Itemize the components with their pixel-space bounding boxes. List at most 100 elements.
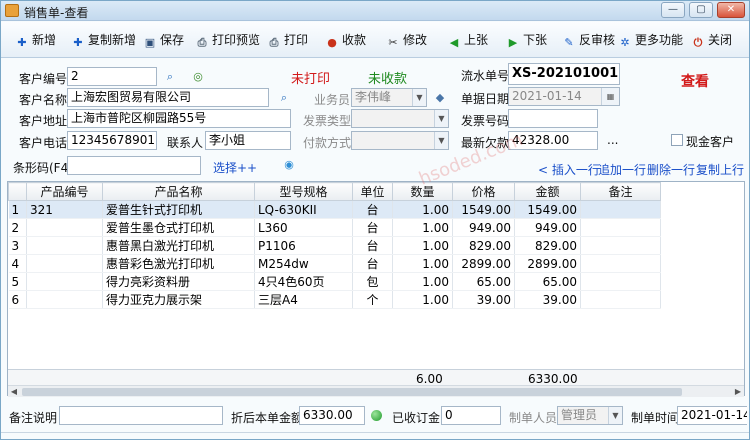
column-header[interactable]: 备注 <box>580 182 661 201</box>
amount-cell[interactable]: 949.00 <box>514 218 581 237</box>
next-button[interactable]: ▶ 下张 <box>506 29 547 51</box>
product-code-cell[interactable] <box>26 254 103 273</box>
price-cell[interactable]: 2899.00 <box>452 254 515 273</box>
remark-cell[interactable] <box>580 200 661 219</box>
qty-cell[interactable]: 1.00 <box>392 200 453 219</box>
minimize-button[interactable]: — <box>661 2 685 18</box>
product-code-cell[interactable] <box>26 236 103 255</box>
search-icon[interactable]: ⌕ <box>277 91 291 105</box>
collect-button[interactable]: ● 收款 <box>325 29 366 51</box>
print-button[interactable]: ⎙ 打印 <box>267 29 308 51</box>
spec-cell[interactable]: M254dw <box>254 254 353 273</box>
qty-cell[interactable]: 1.00 <box>392 290 453 309</box>
qty-cell[interactable]: 1.00 <box>392 254 453 273</box>
table-row[interactable]: 4 惠普彩色激光打印机 M254dw 台 1.00 2899.00 2899.0… <box>8 254 661 273</box>
save-button[interactable]: ▣ 保存 <box>143 29 184 51</box>
qty-cell[interactable]: 1.00 <box>392 272 453 291</box>
spec-cell[interactable]: 4只4色60页 <box>254 272 353 291</box>
amount-cell[interactable]: 2899.00 <box>514 254 581 273</box>
column-header[interactable]: 单位 <box>352 182 393 201</box>
new-button[interactable]: ✚ 新增 <box>15 29 56 51</box>
date-picker[interactable]: 2021-01-14 ▦ <box>508 87 620 106</box>
more-functions-button[interactable]: ✲ 更多功能 <box>618 29 683 51</box>
remark-field[interactable] <box>59 406 223 425</box>
spec-cell[interactable]: 三层A4 <box>254 290 353 309</box>
deposit-field[interactable]: 0 <box>441 406 501 425</box>
close-button[interactable]: ⏻ 关闭 <box>691 29 732 51</box>
product-name-cell[interactable]: 得力亮彩资料册 <box>102 272 255 291</box>
address-field[interactable]: 上海市普陀区柳园路55号 <box>67 109 291 128</box>
phone-field[interactable]: 12345678901 <box>67 131 157 150</box>
price-cell[interactable]: 65.00 <box>452 272 515 291</box>
table-row[interactable]: 5 得力亮彩资料册 4只4色60页 包 1.00 65.00 65.00 <box>8 272 661 291</box>
column-header[interactable]: 型号规格 <box>254 182 353 201</box>
table-row[interactable]: 1 321 爱普生针式打印机 LQ-630KII 台 1.00 1549.00 … <box>8 200 661 219</box>
column-header[interactable]: 产品编号 <box>26 182 103 201</box>
product-name-cell[interactable]: 爱普生墨仓式打印机 <box>102 218 255 237</box>
maximize-button[interactable]: ▢ <box>689 2 713 18</box>
barcode-input[interactable] <box>67 156 201 175</box>
unit-cell[interactable]: 个 <box>352 290 393 309</box>
table-row[interactable]: 3 惠普黑白激光打印机 P1106 台 1.00 829.00 829.00 <box>8 236 661 255</box>
product-name-cell[interactable]: 得力亚克力展示架 <box>102 290 255 309</box>
globe-icon[interactable]: ◉ <box>282 158 296 172</box>
unit-cell[interactable]: 台 <box>352 200 393 219</box>
amount-cell[interactable]: 1549.00 <box>514 200 581 219</box>
insert-row-link[interactable]: < 插入一行 <box>538 161 600 178</box>
pay-method-select[interactable]: ▼ <box>351 131 449 150</box>
product-name-cell[interactable]: 爱普生针式打印机 <box>102 200 255 219</box>
select-link[interactable]: 选择++ <box>213 159 257 176</box>
close-window-button[interactable]: ✕ <box>717 2 745 18</box>
table-row[interactable]: 6 得力亚克力展示架 三层A4 个 1.00 39.00 39.00 <box>8 290 661 309</box>
serial-no-field[interactable]: XS-202101001 <box>508 63 620 85</box>
refresh-icon[interactable]: ◎ <box>191 70 205 84</box>
product-name-cell[interactable]: 惠普彩色激光打印机 <box>102 254 255 273</box>
column-header[interactable]: 金额 <box>514 182 581 201</box>
remark-cell[interactable] <box>580 272 661 291</box>
salesman-select[interactable]: 李伟峰 ▼ <box>351 88 427 107</box>
product-name-cell[interactable]: 惠普黑白激光打印机 <box>102 236 255 255</box>
remark-cell[interactable] <box>580 290 661 309</box>
amount-cell[interactable]: 829.00 <box>514 236 581 255</box>
invoice-type-select[interactable]: ▼ <box>351 109 449 128</box>
column-header[interactable]: 产品名称 <box>102 182 255 201</box>
cash-customer-checkbox[interactable] <box>671 134 683 146</box>
edit-button[interactable]: ✂ 修改 <box>386 29 427 51</box>
unit-cell[interactable]: 台 <box>352 218 393 237</box>
column-header[interactable] <box>8 182 27 201</box>
qty-cell[interactable]: 1.00 <box>392 236 453 255</box>
spec-cell[interactable]: LQ-630KII <box>254 200 353 219</box>
price-cell[interactable]: 1549.00 <box>452 200 515 219</box>
unit-cell[interactable]: 包 <box>352 272 393 291</box>
spec-cell[interactable]: P1106 <box>254 236 353 255</box>
reverse-audit-button[interactable]: ✎ 反审核 <box>562 29 615 51</box>
product-code-cell[interactable]: 321 <box>26 200 103 219</box>
more-ellipsis-button[interactable]: ... <box>607 133 618 147</box>
invoice-no-field[interactable] <box>508 109 598 128</box>
amount-cell[interactable]: 65.00 <box>514 272 581 291</box>
product-code-cell[interactable] <box>26 290 103 309</box>
title-bar[interactable]: 销售单-查看 — ▢ ✕ <box>1 1 749 21</box>
scrollbar-thumb[interactable] <box>22 388 682 396</box>
delete-row-link[interactable]: 删除一行 <box>647 161 695 178</box>
maker-select[interactable]: 管理员 ▼ <box>557 406 623 425</box>
unit-cell[interactable]: 台 <box>352 236 393 255</box>
table-row[interactable]: 2 爱普生墨仓式打印机 L360 台 1.00 949.00 949.00 <box>8 218 661 237</box>
contact-field[interactable]: 李小姐 <box>205 131 291 150</box>
price-cell[interactable]: 949.00 <box>452 218 515 237</box>
print-preview-button[interactable]: ⎙ 打印预览 <box>195 29 260 51</box>
customer-no-field[interactable]: 2 <box>67 67 157 86</box>
scroll-right-icon[interactable]: ▶ <box>732 386 744 397</box>
copy-new-button[interactable]: ✚ 复制新增 <box>71 29 136 51</box>
horizontal-scrollbar[interactable]: ◀ ▶ <box>8 385 744 397</box>
unit-cell[interactable]: 台 <box>352 254 393 273</box>
remark-cell[interactable] <box>580 254 661 273</box>
remark-cell[interactable] <box>580 236 661 255</box>
product-code-cell[interactable] <box>26 272 103 291</box>
column-header[interactable]: 价格 <box>452 182 515 201</box>
remark-cell[interactable] <box>580 218 661 237</box>
product-code-cell[interactable] <box>26 218 103 237</box>
customer-name-field[interactable]: 上海宏图贸易有限公司 <box>67 88 269 107</box>
spec-cell[interactable]: L360 <box>254 218 353 237</box>
price-cell[interactable]: 39.00 <box>452 290 515 309</box>
